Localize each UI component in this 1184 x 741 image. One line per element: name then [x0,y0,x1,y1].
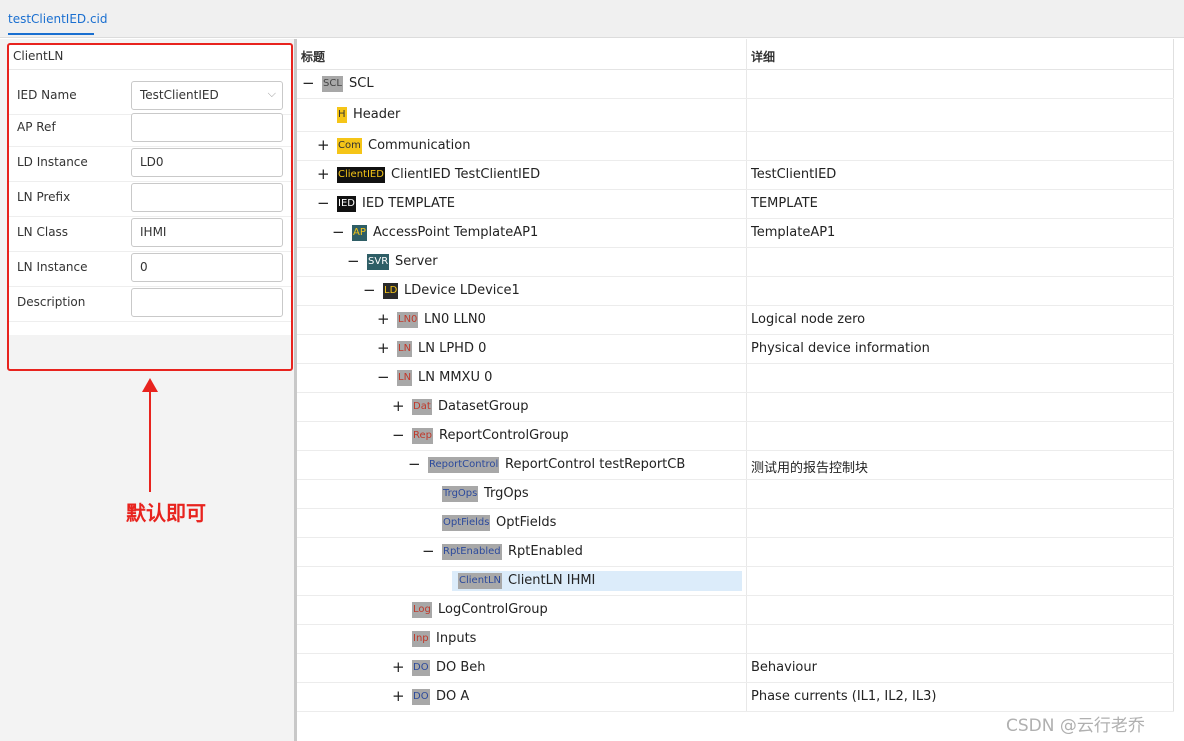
node-type-icon: ClientIED [337,167,385,183]
node-title[interactable]: ClientIED TestClientIED [391,167,540,182]
node-type-icon: LN [397,370,413,386]
node-type-icon: LN0 [397,312,419,328]
node-title[interactable]: Inputs [436,631,476,646]
node-title[interactable]: LogControlGroup [438,602,548,617]
node-title[interactable]: DatasetGroup [438,399,529,414]
node-title[interactable]: LN MMXU 0 [418,370,492,385]
node-title[interactable]: Header [353,107,400,122]
collapse-icon[interactable]: − [302,74,315,92]
expand-icon[interactable]: + [377,339,390,357]
node-detail: TEMPLATE [751,196,818,211]
node-type-icon: OptFields [442,515,491,531]
highlight-box [7,43,293,371]
node-type-icon: Rep [412,428,433,444]
column-header-title[interactable]: 标题 [301,48,325,65]
expand-icon[interactable]: + [392,687,405,705]
node-detail: Phase currents (IL1, IL2, IL3) [751,689,937,704]
expand-icon[interactable]: + [317,136,330,154]
node-detail: TemplateAP1 [751,225,836,240]
expand-icon[interactable]: + [392,658,405,676]
annotation-note: 默认即可 [126,501,206,525]
node-title[interactable]: SCL [349,76,374,91]
node-title[interactable]: ClientLN IHMI [508,573,595,588]
node-title[interactable]: DO Beh [436,660,486,675]
tab-bar [0,0,1184,38]
node-title[interactable]: LDevice LDevice1 [404,283,520,298]
node-title[interactable]: Server [395,254,438,269]
collapse-icon[interactable]: − [408,455,421,473]
node-type-icon: Inp [412,631,430,647]
node-type-icon: SCL [322,76,343,92]
up-arrow-icon [142,378,158,492]
node-type-icon: IED [337,196,356,212]
collapse-icon[interactable]: − [392,426,405,444]
node-title[interactable]: TrgOps [484,486,529,501]
node-type-icon: DO [412,689,430,705]
node-detail: TestClientIED [751,167,837,182]
node-type-icon: LN [397,341,413,357]
node-type-icon: TrgOps [442,486,479,502]
node-type-icon: ReportControl [428,457,500,473]
node-title[interactable]: ReportControl testReportCB [505,457,685,472]
collapse-icon[interactable]: − [422,542,435,560]
tree-row[interactable] [297,70,1174,99]
watermark: CSDN @云行老乔 [1006,716,1145,736]
node-detail: Physical device information [751,341,930,356]
node-type-icon: ClientLN [458,573,503,589]
node-title[interactable]: RptEnabled [508,544,583,559]
tree-row[interactable] [297,480,1174,509]
node-title[interactable]: Communication [368,138,470,153]
node-detail: 测试用的报告控制块 [751,461,869,476]
node-title[interactable]: OptFields [496,515,556,530]
expand-icon[interactable]: + [317,165,330,183]
node-type-icon: Log [412,602,432,618]
collapse-icon[interactable]: − [317,194,330,212]
node-type-icon: Com [337,138,362,154]
node-type-icon: H [337,107,347,123]
node-title[interactable]: DO A [436,689,469,704]
node-type-icon: SVR [367,254,390,270]
expand-icon[interactable]: + [377,310,390,328]
node-type-icon: DO [412,660,430,676]
column-header-detail[interactable]: 详细 [751,48,775,65]
node-title[interactable]: IED TEMPLATE [362,196,455,211]
collapse-icon[interactable]: − [377,368,390,386]
tab-active-indicator [8,33,94,35]
tree-row[interactable] [297,567,1174,596]
node-title[interactable]: AccessPoint TemplateAP1 [373,225,538,240]
collapse-icon[interactable]: − [363,281,376,299]
node-type-icon: AP [352,225,367,241]
collapse-icon[interactable]: − [332,223,345,241]
tree-row[interactable] [297,509,1174,538]
collapse-icon[interactable]: − [347,252,360,270]
node-title[interactable]: LN0 LLN0 [424,312,486,327]
tree-header [297,39,1174,70]
node-detail: Logical node zero [751,312,866,327]
node-detail: Behaviour [751,660,817,675]
expand-icon[interactable]: + [392,397,405,415]
node-type-icon: LD [383,283,399,299]
node-title[interactable]: LN LPHD 0 [418,341,486,356]
node-type-icon: RptEnabled [442,544,502,560]
node-title[interactable]: ReportControlGroup [439,428,569,443]
node-type-icon: Dat [412,399,432,415]
tree-row[interactable] [297,99,1174,132]
